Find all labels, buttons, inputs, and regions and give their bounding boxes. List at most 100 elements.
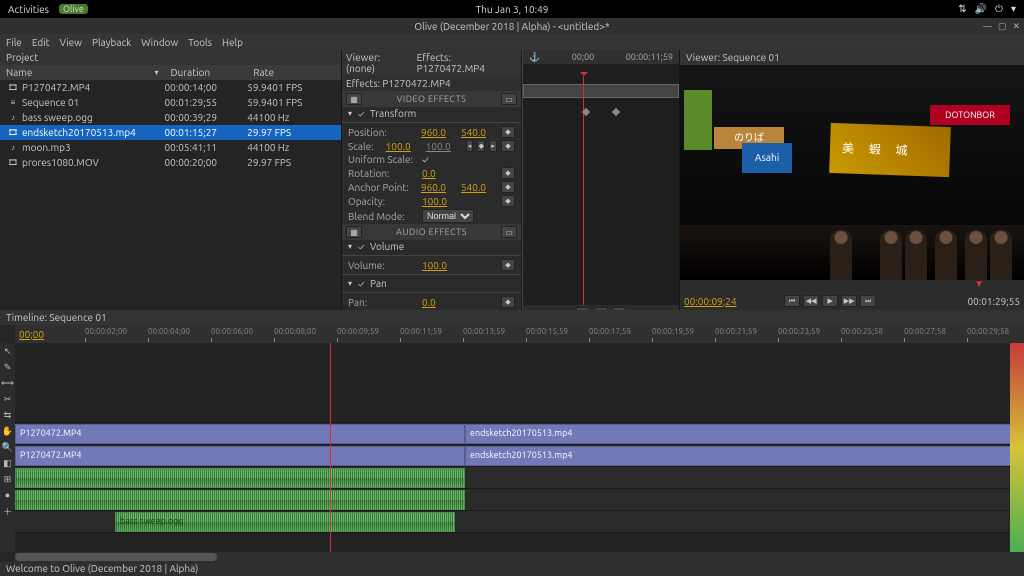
menu-view[interactable]: View bbox=[60, 37, 82, 48]
video-clip[interactable]: P1270472.MP4 bbox=[15, 424, 465, 444]
add-track-button[interactable]: ＋ bbox=[2, 505, 14, 517]
project-row[interactable]: ≡Sequence 0100:01:29;5559.9401 FPS bbox=[0, 95, 341, 110]
video-clip[interactable]: endsketch20170513.mp4 bbox=[465, 424, 1024, 444]
minimize-button[interactable]: — bbox=[983, 21, 992, 32]
audio-clip[interactable]: bass sweep.ogg bbox=[115, 512, 455, 532]
slip-tool[interactable]: ⇆ bbox=[2, 409, 14, 421]
tab-viewer-none[interactable]: Viewer: (none) bbox=[346, 52, 409, 74]
scale-next-kf-button[interactable]: ▸ bbox=[489, 140, 497, 152]
timeline-scrollbar[interactable] bbox=[15, 552, 1024, 562]
project-file-list[interactable]: 🎞P1270472.MP400:00:14;0059.9401 FPS≡Sequ… bbox=[0, 80, 341, 310]
keyframe-button[interactable]: ◆ bbox=[501, 181, 515, 193]
volume-field[interactable]: 100.0 bbox=[422, 260, 458, 271]
hand-tool[interactable]: ✋ bbox=[2, 425, 14, 437]
effect-volume[interactable]: ▾ ✓ Volume bbox=[342, 240, 521, 253]
snap-toggle[interactable]: ⊞ bbox=[2, 473, 14, 485]
viewer-canvas[interactable]: のりば Asahi DOTONBOR bbox=[680, 65, 1024, 280]
volume-icon[interactable]: 🔊 bbox=[975, 3, 987, 15]
video-effects-menu-button[interactable]: ▭ bbox=[501, 93, 517, 105]
keyframe-button[interactable]: ◆ bbox=[501, 140, 515, 152]
active-app-badge[interactable]: Olive bbox=[59, 4, 88, 14]
blend-mode-select[interactable]: Normal bbox=[422, 209, 474, 223]
playhead-marker-icon[interactable]: ▼ bbox=[974, 278, 984, 290]
effect-transform-checkbox[interactable]: ✓ bbox=[358, 109, 370, 119]
tab-effects-clip[interactable]: Effects: P1270472.MP4 bbox=[417, 52, 517, 74]
menu-file[interactable]: File bbox=[6, 37, 22, 48]
project-row[interactable]: ♪bass sweep.ogg00:00:39;2944100 Hz bbox=[0, 110, 341, 125]
effects-keyframe-timeline[interactable]: ⚓ 00;00 00:00:11;59 − ↔ ＋ bbox=[522, 50, 679, 321]
rotation-field[interactable]: 0.0 bbox=[422, 168, 458, 179]
keyframe-button[interactable]: ◆ bbox=[501, 296, 515, 308]
pan-field[interactable]: 0.0 bbox=[422, 297, 458, 308]
close-button[interactable]: ✕ bbox=[1012, 21, 1020, 32]
scrollbar-thumb[interactable] bbox=[15, 553, 217, 561]
keyframe-button[interactable]: ◆ bbox=[501, 126, 515, 138]
menu-edit[interactable]: Edit bbox=[32, 37, 50, 48]
viewer-current-tc[interactable]: 00:00:09;24 bbox=[684, 296, 737, 307]
scale-kf-button[interactable]: ◆ bbox=[477, 140, 485, 152]
play-button[interactable]: ▶ bbox=[822, 295, 838, 307]
add-audio-effect-button[interactable]: ▦ bbox=[346, 226, 362, 238]
go-end-button[interactable]: ⏭ bbox=[860, 295, 876, 307]
rewind-button[interactable]: ◀◀ bbox=[803, 295, 819, 307]
keyframe-button[interactable]: ◆ bbox=[501, 195, 515, 207]
project-columns-header[interactable]: Name▾ Duration Rate bbox=[0, 65, 341, 80]
timeline-playhead[interactable] bbox=[330, 343, 331, 552]
project-row[interactable]: 🎞endsketch20170513.mp400:01:15;2729.97 F… bbox=[0, 125, 341, 140]
keyframe-marker[interactable] bbox=[612, 108, 620, 116]
opacity-field[interactable]: 100.0 bbox=[422, 196, 458, 207]
timeline-ruler[interactable]: 00:00:02;0000:00:04;0000:00:06;0000:00:0… bbox=[85, 325, 1024, 343]
audio-effects-menu-button[interactable]: ▭ bbox=[501, 226, 517, 238]
position-x-field[interactable]: 960.0 bbox=[421, 127, 457, 138]
system-menu-icon[interactable]: ▾ bbox=[1011, 3, 1016, 15]
effect-pan[interactable]: ▾ ✓ Pan bbox=[342, 277, 521, 290]
scale-x-field[interactable]: 100.0 bbox=[386, 141, 422, 152]
timeline-current-tc[interactable]: 00;00 bbox=[15, 329, 85, 340]
keyframe-button[interactable]: ◆ bbox=[501, 167, 515, 179]
project-row[interactable]: ♪moon.mp300:05:41;1144100 Hz bbox=[0, 140, 341, 155]
power-icon[interactable]: ⏻ bbox=[995, 3, 1003, 15]
edit-tool[interactable]: ✎ bbox=[2, 361, 14, 373]
col-name[interactable]: Name bbox=[6, 67, 32, 78]
chevron-down-icon: ▾ bbox=[348, 279, 358, 288]
menu-window[interactable]: Window bbox=[141, 37, 178, 48]
activities-button[interactable]: Activities bbox=[8, 4, 49, 15]
video-clip[interactable]: P1270472.MP4 bbox=[15, 446, 465, 466]
viewer-time-ruler[interactable]: ▼ bbox=[680, 280, 1024, 292]
position-y-field[interactable]: 540.0 bbox=[461, 127, 497, 138]
clock[interactable]: Thu Jan 3, 10:49 bbox=[476, 4, 549, 15]
zoom-tool[interactable]: 🔍 bbox=[2, 441, 14, 453]
mini-ruler-anchor-icon[interactable]: ⚓ bbox=[529, 52, 540, 63]
menu-help[interactable]: Help bbox=[222, 37, 243, 48]
project-row[interactable]: 🎞P1270472.MP400:00:14;0059.9401 FPS bbox=[0, 80, 341, 95]
uniform-scale-checkbox[interactable]: ✓ bbox=[422, 154, 429, 165]
ripple-tool[interactable]: ⟷ bbox=[2, 377, 14, 389]
audio-clip[interactable] bbox=[15, 490, 465, 510]
video-clip[interactable]: endsketch20170513.mp4 bbox=[465, 446, 1024, 466]
network-icon[interactable]: ⇅ bbox=[958, 3, 966, 15]
audio-clip[interactable] bbox=[15, 468, 465, 488]
go-start-button[interactable]: ⏮ bbox=[784, 295, 800, 307]
menu-tools[interactable]: Tools bbox=[188, 37, 212, 48]
effect-volume-checkbox[interactable]: ✓ bbox=[358, 242, 370, 252]
effect-pan-checkbox[interactable]: ✓ bbox=[358, 279, 370, 289]
col-rate[interactable]: Rate bbox=[247, 67, 341, 78]
keyframe-button[interactable]: ◆ bbox=[501, 259, 515, 271]
add-video-effect-button[interactable]: ▦ bbox=[346, 93, 362, 105]
project-row[interactable]: 🎞prores1080.MOV00:00:20;0029.97 FPS bbox=[0, 155, 341, 170]
effect-transform[interactable]: ▾ ✓ Transform bbox=[342, 107, 521, 120]
maximize-button[interactable]: ▢ bbox=[998, 21, 1007, 32]
status-bar: Welcome to Olive (December 2018 | Alpha) bbox=[0, 562, 1024, 576]
anchor-y-field[interactable]: 540.0 bbox=[461, 182, 497, 193]
razor-tool[interactable]: ✂ bbox=[2, 393, 14, 405]
record-button[interactable]: ● bbox=[2, 489, 14, 501]
transition-tool[interactable]: ◧ bbox=[2, 457, 14, 469]
ruler-tick: 00:00:17;59 bbox=[589, 327, 631, 336]
forward-button[interactable]: ▶▶ bbox=[841, 295, 857, 307]
menu-playback[interactable]: Playback bbox=[92, 37, 131, 48]
anchor-x-field[interactable]: 960.0 bbox=[421, 182, 457, 193]
scale-prev-kf-button[interactable]: ◂ bbox=[466, 140, 474, 152]
timeline-tracks[interactable]: P1270472.MP4 endsketch20170513.mp4 P1270… bbox=[15, 343, 1024, 552]
col-duration[interactable]: Duration bbox=[165, 67, 248, 78]
pointer-tool[interactable]: ↖ bbox=[2, 345, 14, 357]
